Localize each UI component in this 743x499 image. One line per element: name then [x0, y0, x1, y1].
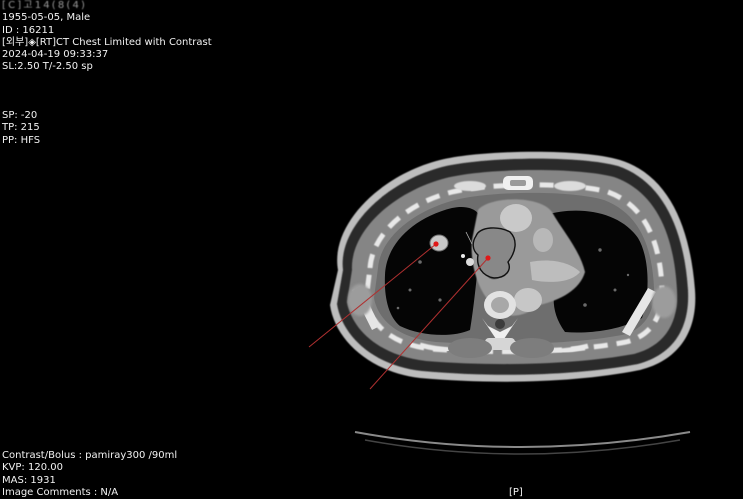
- contrast-bolus: Contrast/Bolus : pamiray300 /90ml: [2, 450, 178, 461]
- dicom-viewport[interactable]: [ C ] 고 1 4 ( 8 ( 4 ) 1955-05-05, Male I…: [0, 0, 743, 499]
- ct-axial-image[interactable]: [0, 0, 743, 499]
- patient-info-overlay: [ C ] 고 1 4 ( 8 ( 4 ) 1955-05-05, Male I…: [2, 0, 212, 74]
- annotation-marker-1: [433, 241, 439, 247]
- annotation-marker-2: [485, 255, 491, 261]
- image-comments: Image Comments : N/A: [2, 486, 119, 498]
- patient-name: [ C ] 고 1 4 ( 8 ( 4 ): [2, 0, 85, 11]
- table-position: TP: 215: [2, 122, 40, 134]
- slice-position: SP: -20: [2, 110, 38, 121]
- patient-id: ID : 16211: [2, 24, 55, 36]
- orientation-marker-bottom: [P]: [509, 487, 523, 498]
- study-datetime: 2024-04-19 09:33:37: [2, 49, 109, 61]
- lesion-right: [429, 234, 449, 252]
- ct-table: [354, 431, 691, 448]
- patient-position: PP: HFS: [2, 134, 41, 146]
- study-description: [외부]◈[RT]CT Chest Limited with Contrast: [2, 36, 212, 48]
- position-overlay: SP: -20 TP: 215 PP: HFS: [2, 110, 40, 147]
- slice-info: SL:2.50 T/-2.50 sp: [2, 61, 93, 73]
- patient-birth-sex: 1955-05-05, Male: [2, 12, 91, 24]
- aorta: [500, 204, 532, 232]
- kvp: KVP: 120.00: [2, 462, 63, 474]
- acquisition-overlay: Contrast/Bolus : pamiray300 /90ml KVP: 1…: [2, 450, 177, 499]
- mas: MAS: 1931: [2, 474, 56, 486]
